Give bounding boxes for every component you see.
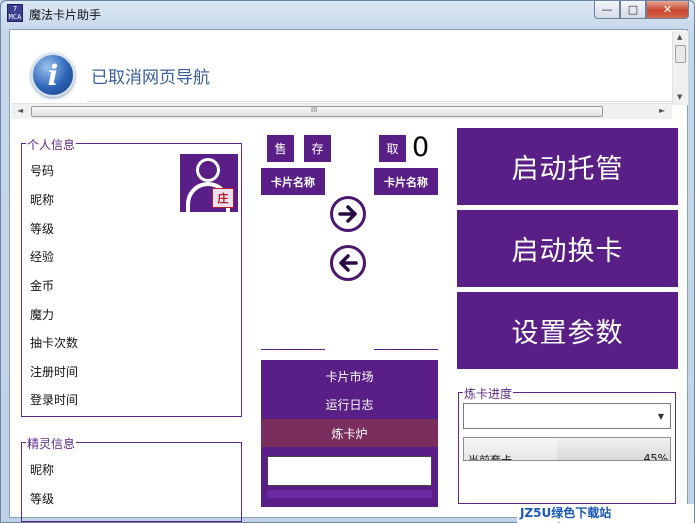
arrow-left-icon [339, 254, 358, 272]
scroll-grip-icon: III [311, 106, 318, 114]
scroll-down-icon[interactable]: ▼ [677, 93, 682, 101]
divider-left [261, 349, 325, 350]
field-login-time-label: 登录时间 [30, 393, 79, 407]
personal-info-legend: 个人信息 [26, 136, 77, 153]
progress-label: 当前套卡 [468, 454, 512, 461]
refine-progress-group: 炼卡进度 ▼ 当前套卡 45% [458, 385, 676, 504]
personal-info-group: 个人信息 号码 昵称 等级 经验 金币 魔力 抽卡次数 注册时间 登录时间 庄 [21, 136, 242, 417]
vertical-scroll-thumb[interactable] [675, 45, 686, 63]
field-magic-label: 魔力 [30, 308, 55, 322]
start-exchange-button[interactable]: 启动换卡 [457, 210, 678, 287]
menu-footer-bar [267, 490, 432, 498]
refine-progress-bar: 当前套卡 45% [463, 437, 671, 461]
horizontal-scrollbar[interactable]: ◄ III ► [11, 103, 672, 119]
divider-right [374, 349, 438, 350]
divider [87, 101, 673, 102]
close-button[interactable]: ✕ [646, 1, 689, 19]
field-experience-label: 经验 [30, 250, 55, 264]
store-button[interactable]: 存 [304, 135, 331, 162]
field-number-label: 号码 [30, 164, 55, 178]
move-left-button[interactable] [330, 245, 366, 281]
start-hosting-button[interactable]: 启动托管 [457, 128, 678, 205]
client-area: i 已取消网页导航 ▲ ▼ ◄ III ► 个人信息 号码 昵称 等级 经验 金… [9, 29, 688, 522]
avatar-head-inner [199, 161, 217, 179]
scroll-right-icon[interactable]: ► [659, 106, 665, 115]
move-right-button[interactable] [330, 196, 366, 232]
card-name-left-label: 卡片名称 [261, 168, 325, 195]
arrow-right-icon [338, 205, 357, 223]
app-window: 7 MCA 魔法卡片助手 — □ ✕ i 已取消网页导航 ▲ ▼ ◄ III ►… [0, 0, 695, 523]
card-name-right-label: 卡片名称 [374, 168, 438, 195]
field-nickname-label: 昵称 [30, 193, 55, 207]
card-count: 0 [412, 132, 430, 163]
navigation-cancelled-message: 已取消网页导航 [91, 68, 210, 88]
vertical-scrollbar[interactable]: ▲ ▼ [672, 31, 688, 105]
field-register-time-label: 注册时间 [30, 365, 79, 379]
scroll-left-icon[interactable]: ◄ [17, 106, 23, 115]
field-draw-count-label: 抽卡次数 [30, 336, 79, 350]
app-icon: 7 MCA [7, 4, 23, 22]
elf-info-group: 精灵信息 昵称 等级 [21, 435, 242, 522]
progress-value: 45% [643, 452, 668, 461]
gift-icon: 庄 [212, 188, 234, 208]
menu-refine-furnace[interactable]: 炼卡炉 [261, 419, 438, 447]
refine-progress-legend: 炼卡进度 [463, 385, 514, 402]
sell-button[interactable]: 售 [267, 135, 294, 162]
refine-select[interactable]: ▼ [463, 403, 671, 429]
menu-card-market[interactable]: 卡片市场 [261, 362, 438, 390]
browser-pane: i 已取消网页导航 [11, 31, 673, 104]
maximize-button[interactable]: □ [620, 1, 646, 19]
settings-button[interactable]: 设置参数 [457, 292, 678, 369]
menu-run-log[interactable]: 运行日志 [261, 390, 438, 418]
field-level-label: 等级 [30, 222, 55, 236]
minimize-button[interactable]: — [594, 1, 620, 19]
avatar: 庄 [180, 154, 238, 212]
field-gold-label: 金币 [30, 279, 55, 293]
watermark: JZ5U绿色下载站www.jz5u.com [517, 504, 694, 523]
info-icon: i [31, 53, 75, 97]
window-title: 魔法卡片助手 [29, 8, 102, 22]
menu-panel: 卡片市场 运行日志 炼卡炉 [261, 360, 438, 507]
elf-level-label: 等级 [30, 492, 55, 506]
chevron-down-icon[interactable]: ▼ [658, 412, 664, 421]
take-button[interactable]: 取 [379, 135, 406, 162]
elf-nickname-label: 昵称 [30, 463, 55, 477]
elf-info-legend: 精灵信息 [26, 435, 77, 452]
scroll-up-icon[interactable]: ▲ [677, 33, 682, 41]
title-bar[interactable]: 7 MCA 魔法卡片助手 — □ ✕ [1, 1, 694, 27]
menu-content-box [267, 456, 432, 486]
